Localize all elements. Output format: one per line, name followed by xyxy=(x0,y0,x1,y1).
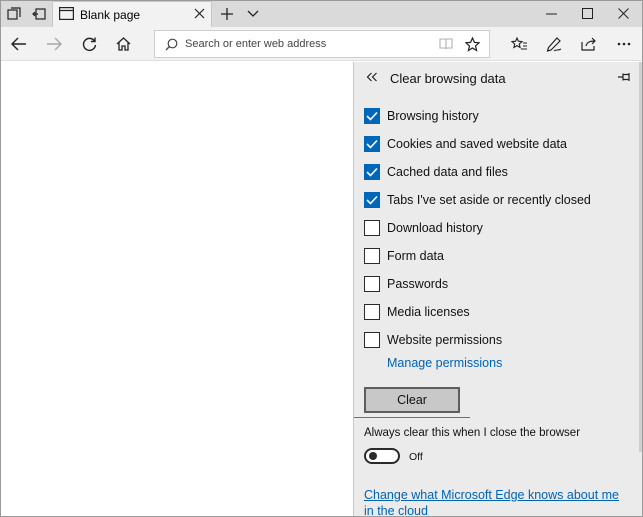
manage-permissions-link[interactable]: Manage permissions xyxy=(387,356,502,370)
option-cookies[interactable]: Cookies and saved website data xyxy=(364,134,634,154)
toggle-knob xyxy=(369,452,377,460)
tabs-aside-icon[interactable] xyxy=(28,3,50,25)
toggle-state-label: Off xyxy=(409,451,423,463)
focus-underline xyxy=(354,417,470,418)
option-label: Cached data and files xyxy=(387,165,508,179)
option-label: Website permissions xyxy=(387,333,503,347)
tab-title: Blank page xyxy=(80,8,141,22)
minimize-button[interactable] xyxy=(531,0,571,27)
checkbox[interactable] xyxy=(364,192,380,208)
share-icon[interactable] xyxy=(578,33,600,55)
panel-title: Clear browsing data xyxy=(390,71,506,86)
option-media-licenses[interactable]: Media licenses xyxy=(364,302,634,322)
option-browsing-history[interactable]: Browsing history xyxy=(364,106,634,126)
chevron-down-icon[interactable] xyxy=(242,3,264,25)
blank-page-icon xyxy=(59,7,74,20)
option-download-history[interactable]: Download history xyxy=(364,218,634,238)
double-chevron-left-icon[interactable] xyxy=(366,72,378,82)
option-form-data[interactable]: Form data xyxy=(364,246,634,266)
option-label: Tabs I've set aside or recently closed xyxy=(387,193,591,207)
option-label: Browsing history xyxy=(387,109,479,123)
option-website-permissions[interactable]: Website permissions xyxy=(364,330,634,350)
checkbox[interactable] xyxy=(364,276,380,292)
forward-arrow-icon xyxy=(43,33,65,55)
maximize-button[interactable] xyxy=(567,0,607,27)
window-close-button[interactable] xyxy=(603,0,643,27)
option-label: Passwords xyxy=(387,277,449,291)
cloud-privacy-link[interactable]: Change what Microsoft Edge knows about m… xyxy=(364,487,632,517)
star-icon[interactable] xyxy=(465,37,480,52)
reading-view-icon[interactable] xyxy=(439,38,453,50)
checkbox[interactable] xyxy=(364,304,380,320)
option-label: Download history xyxy=(387,221,483,235)
option-passwords[interactable]: Passwords xyxy=(364,274,634,294)
option-tabs-aside[interactable]: Tabs I've set aside or recently closed xyxy=(364,190,634,210)
plus-icon[interactable] xyxy=(216,3,238,25)
more-icon[interactable] xyxy=(613,33,635,55)
home-icon[interactable] xyxy=(112,33,134,55)
tab-bar: Blank page xyxy=(0,0,643,27)
checkbox[interactable] xyxy=(364,332,380,348)
address-input[interactable] xyxy=(185,35,425,53)
tab-preview-icon[interactable] xyxy=(3,3,25,25)
checkbox[interactable] xyxy=(364,248,380,264)
refresh-icon[interactable] xyxy=(78,33,100,55)
checkbox[interactable] xyxy=(364,220,380,236)
pen-icon[interactable] xyxy=(543,33,565,55)
always-clear-label: Always clear this when I close the brows… xyxy=(364,427,581,439)
checkbox[interactable] xyxy=(364,136,380,152)
option-cached-data[interactable]: Cached data and files xyxy=(364,162,634,182)
option-label: Media licenses xyxy=(387,305,470,319)
option-label: Cookies and saved website data xyxy=(387,137,567,151)
search-icon xyxy=(165,38,178,51)
pin-icon[interactable] xyxy=(618,72,632,82)
toolbar xyxy=(0,27,643,61)
back-arrow-icon[interactable] xyxy=(8,33,30,55)
checkbox[interactable] xyxy=(364,108,380,124)
tab-blank-page[interactable]: Blank page xyxy=(52,1,212,27)
favorites-hub-icon[interactable] xyxy=(508,33,530,55)
page-content[interactable] xyxy=(0,62,353,517)
address-bar xyxy=(154,30,490,58)
checkbox[interactable] xyxy=(364,164,380,180)
panel-scrollbar[interactable] xyxy=(639,62,643,452)
always-clear-toggle[interactable] xyxy=(364,448,400,464)
clear-browsing-data-panel: Clear browsing data Browsing history Coo… xyxy=(353,62,643,517)
close-icon[interactable] xyxy=(194,8,205,19)
option-label: Form data xyxy=(387,249,444,263)
clear-button[interactable]: Clear xyxy=(364,387,460,413)
